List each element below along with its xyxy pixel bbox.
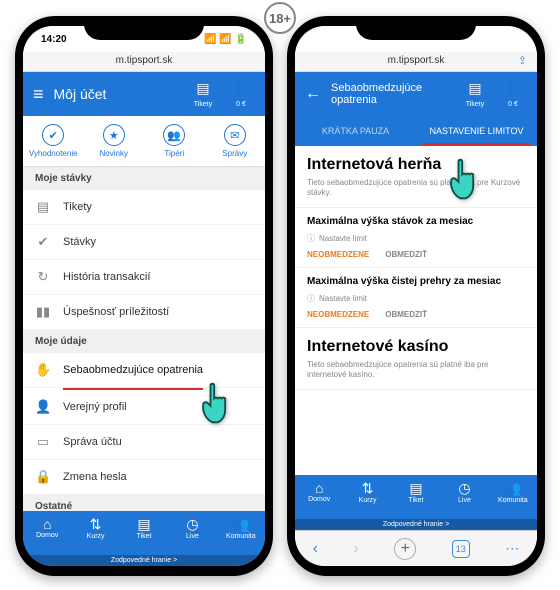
nav-domov[interactable]: ⌂Domov — [23, 511, 71, 555]
row-verejny-profil[interactable]: 👤 Verejný profil — [23, 390, 265, 425]
row-sebaobmedzujuce[interactable]: ✋ Sebaobmedzujúce opatrenia — [23, 353, 265, 388]
quick-tabs: ✔Vyhodnotenie ★Novinky 👥Tipéri ✉Správy — [23, 116, 265, 167]
row-label: Zmena hesla — [63, 471, 127, 483]
share-icon[interactable]: ⇪ — [518, 54, 527, 67]
help-icon[interactable]: ⓘ — [307, 233, 315, 244]
nav-komunita[interactable]: 👥Komunita — [217, 511, 265, 555]
account-balance[interactable]: 👤0 € — [499, 80, 527, 109]
new-tab-icon[interactable]: + — [394, 538, 416, 560]
row-sprava-uctu[interactable]: ▭ Správa účtu — [23, 425, 265, 460]
section-subtitle: Tieto sebaobmedzujúce opatrenia sú platn… — [295, 360, 537, 390]
row-uspesnost[interactable]: ▮▮ Úspešnosť príležitostí — [23, 295, 265, 330]
url-text: m.tipsport.sk — [116, 55, 173, 66]
limit-hint: ⓘNastavte limit — [307, 233, 525, 244]
safari-toolbar: ‹ › + 13 ⋯ — [295, 530, 537, 566]
limit-title: Maximálna výška stávok za mesiac — [307, 216, 525, 227]
nav-komunita[interactable]: 👥Komunita — [489, 475, 537, 519]
action-neobmedzene[interactable]: NEOBMEDZENE — [307, 250, 369, 259]
menu-icon[interactable]: ⋯ — [505, 540, 519, 557]
nav-live[interactable]: ◷Live — [440, 475, 488, 519]
tab-kratka-pauza[interactable]: KRÁTKA PAUZA — [295, 116, 416, 146]
tab-nastavenie-limitov[interactable]: NASTAVENIE LIMITOV — [416, 116, 537, 146]
bottom-nav: ⌂Domov ⇅Kurzy ▤Tiket ◷Live 👥Komunita — [295, 475, 537, 519]
qtab-vyhodnotenie[interactable]: ✔Vyhodnotenie — [23, 116, 84, 166]
row-zmena-hesla[interactable]: 🔒 Zmena hesla — [23, 460, 265, 495]
row-label: Správa účtu — [63, 436, 122, 448]
row-historia[interactable]: ↻ História transakcií — [23, 260, 265, 295]
content-area: Internetová herňa Tieto sebaobmedzujúce … — [295, 146, 537, 475]
history-icon: ↻ — [35, 269, 51, 285]
nav-tiket[interactable]: ▤Tiket — [120, 511, 168, 555]
limit-stavky-mesiac: Maximálna výška stávok za mesiac ⓘNastav… — [295, 208, 537, 268]
phone-left: 14:20 📶 📶 🔋 m.tipsport.sk ≡ Môj účet ▤Ti… — [15, 16, 273, 576]
page-title: Môj účet — [54, 86, 179, 102]
row-label: Úspešnosť príležitostí — [63, 306, 169, 318]
row-label: Verejný profil — [63, 401, 127, 413]
nav-kurzy[interactable]: ⇅Kurzy — [71, 511, 119, 555]
action-obmedzit[interactable]: OBMEDZIŤ — [385, 310, 427, 319]
bottom-nav: ⌂Domov ⇅Kurzy ▤Tiket ◷Live 👥Komunita — [23, 511, 265, 555]
check-icon: ✔ — [35, 234, 51, 250]
nav-tiket[interactable]: ▤Tiket — [392, 475, 440, 519]
qtab-tiperi[interactable]: 👥Tipéri — [144, 116, 205, 166]
hand-icon: ✋ — [35, 362, 51, 378]
section-moje-udaje: Moje údaje — [23, 330, 265, 353]
limit-hint: ⓘNastavte limit — [307, 293, 525, 304]
url-bar: m.tipsport.sk — [23, 52, 265, 72]
nav-domov[interactable]: ⌂Domov — [295, 475, 343, 519]
section-title: Internetová herňa — [295, 146, 537, 178]
back-icon[interactable]: ← — [305, 85, 321, 103]
tabs-count[interactable]: 13 — [452, 540, 470, 558]
lock-icon: 🔒 — [35, 469, 51, 485]
action-neobmedzene[interactable]: NEOBMEDZENE — [307, 310, 369, 319]
tickets-button[interactable]: ▤Tikety — [461, 80, 489, 109]
action-obmedzit[interactable]: OBMEDZIŤ — [385, 250, 427, 259]
nav-live[interactable]: ◷Live — [168, 511, 216, 555]
phone-right: m.tipsport.sk ⇪ ← Sebaobmedzujúce opatre… — [287, 16, 545, 576]
qtab-novinky[interactable]: ★Novinky — [84, 116, 145, 166]
tab-label: NASTAVENIE LIMITOV — [429, 126, 523, 136]
user-icon: 👤 — [35, 399, 51, 415]
age-badge: 18+ — [264, 2, 296, 34]
row-label: História transakcií — [63, 271, 150, 283]
url-bar: m.tipsport.sk ⇪ — [295, 52, 537, 72]
tabs: KRÁTKA PAUZA NASTAVENIE LIMITOV — [295, 116, 537, 146]
footer-link[interactable]: Zodpovedné hranie > — [295, 519, 537, 530]
row-label: Sebaobmedzujúce opatrenia — [63, 364, 203, 376]
menu-icon[interactable]: ≡ — [33, 84, 44, 105]
content-area: Moje stávky ▤ Tikety ✔ Stávky ↻ História tr… — [23, 167, 265, 511]
section-ostatne: Ostatné — [23, 495, 265, 511]
tickets-button[interactable]: ▤Tikety — [189, 80, 217, 109]
forward-icon[interactable]: › — [354, 540, 359, 558]
card-icon: ▭ — [35, 434, 51, 450]
qtab-spravy[interactable]: ✉Správy — [205, 116, 266, 166]
app-header: ← Sebaobmedzujúce opatrenia ▤Tikety 👤0 € — [295, 72, 537, 116]
app-header: ≡ Môj účet ▤Tikety 👤0 € — [23, 72, 265, 116]
section-subtitle: Tieto sebaobmedzujúce opatrenia sú platn… — [295, 178, 537, 208]
row-label: Tikety — [63, 201, 92, 213]
url-text: m.tipsport.sk — [388, 55, 445, 66]
section-title: Internetové kasíno — [295, 328, 537, 360]
account-balance[interactable]: 👤0 € — [227, 80, 255, 109]
limit-prehra-mesiac: Maximálna výška čistej prehry za mesiac … — [295, 268, 537, 328]
row-tikety[interactable]: ▤ Tikety — [23, 190, 265, 225]
nav-kurzy[interactable]: ⇅Kurzy — [343, 475, 391, 519]
row-stavky[interactable]: ✔ Stávky — [23, 225, 265, 260]
section-moje-stavky: Moje stávky — [23, 167, 265, 190]
footer-link[interactable]: Zodpovedné hranie > — [23, 555, 265, 566]
page-title: Sebaobmedzujúce opatrenia — [331, 82, 451, 106]
status-time: 14:20 — [41, 34, 67, 45]
row-label: Stávky — [63, 236, 96, 248]
limit-title: Maximálna výška čistej prehry za mesiac — [307, 276, 525, 287]
help-icon[interactable]: ⓘ — [307, 293, 315, 304]
stats-icon: ▮▮ — [35, 304, 51, 320]
status-icons: 📶 📶 🔋 — [204, 34, 247, 45]
back-icon[interactable]: ‹ — [313, 540, 318, 558]
ticket-icon: ▤ — [35, 199, 51, 215]
